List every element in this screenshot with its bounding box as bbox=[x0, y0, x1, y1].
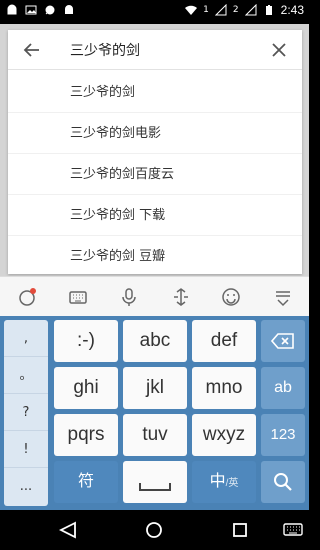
keyboard-switch-icon[interactable] bbox=[283, 520, 303, 540]
microphone-icon[interactable] bbox=[119, 287, 139, 307]
key-lang-switch[interactable]: 中/英 bbox=[192, 461, 256, 503]
lang-sub-label: /英 bbox=[225, 478, 239, 489]
search-icon bbox=[274, 473, 292, 491]
backspace-icon bbox=[270, 333, 294, 349]
space-icon bbox=[139, 483, 171, 491]
key-symbols[interactable]: 符 bbox=[54, 461, 118, 503]
keyboard: , 。 ? ! ... :-) abc def ghi jkl mno ab p… bbox=[0, 316, 309, 510]
android-icon bbox=[65, 5, 73, 14]
sim1-indicator: 1 bbox=[203, 5, 209, 15]
key-ab[interactable]: ab bbox=[261, 367, 305, 409]
key-jkl[interactable]: jkl bbox=[123, 367, 187, 409]
backspace-button[interactable] bbox=[261, 320, 305, 362]
key-def[interactable]: def bbox=[192, 320, 256, 362]
punct-key[interactable]: ? bbox=[4, 394, 48, 431]
close-icon[interactable] bbox=[270, 41, 288, 59]
suggestion-item[interactable]: 三少爷的剑 bbox=[8, 72, 302, 113]
signal-icon bbox=[244, 4, 257, 16]
signal-icon bbox=[214, 4, 227, 16]
key-tuv[interactable]: tuv bbox=[123, 414, 187, 456]
android-icon bbox=[7, 4, 17, 15]
search-input[interactable]: 三少爷的剑 bbox=[70, 40, 140, 60]
collapse-keyboard-icon[interactable] bbox=[273, 287, 293, 307]
key-emoticon[interactable]: :-) bbox=[54, 320, 118, 362]
ime-logo-icon[interactable] bbox=[17, 287, 37, 307]
keyboard-toolbar bbox=[0, 276, 309, 316]
key-abc[interactable]: abc bbox=[123, 320, 187, 362]
lang-label: 中 bbox=[209, 473, 226, 490]
cursor-move-icon[interactable] bbox=[171, 287, 191, 307]
back-icon[interactable] bbox=[58, 520, 78, 540]
recents-icon[interactable] bbox=[230, 520, 250, 540]
key-ghi[interactable]: ghi bbox=[54, 367, 118, 409]
wifi-icon bbox=[185, 5, 198, 15]
key-wxyz[interactable]: wxyz bbox=[192, 414, 256, 456]
punct-key[interactable]: ! bbox=[4, 431, 48, 468]
space-bar[interactable] bbox=[123, 461, 187, 503]
back-arrow-icon[interactable] bbox=[22, 40, 42, 60]
search-panel: 三少爷的剑 三少爷的剑 三少爷的剑电影 三少爷的剑百度云 三少爷的剑 下载 三少… bbox=[8, 30, 302, 274]
home-icon[interactable] bbox=[144, 520, 164, 540]
status-bar: 1 2 2:43 bbox=[0, 0, 309, 24]
punct-key[interactable]: ... bbox=[4, 468, 48, 505]
search-bar: 三少爷的剑 bbox=[8, 30, 302, 70]
punct-key[interactable]: , bbox=[4, 320, 48, 357]
key-pqrs[interactable]: pqrs bbox=[54, 414, 118, 456]
suggestion-item[interactable]: 三少爷的剑 下载 bbox=[8, 195, 302, 236]
battery-icon bbox=[265, 5, 272, 15]
navigation-bar bbox=[0, 510, 309, 550]
suggestion-item[interactable]: 三少爷的剑百度云 bbox=[8, 154, 302, 195]
sim2-indicator: 2 bbox=[232, 5, 239, 15]
search-button[interactable] bbox=[261, 461, 305, 503]
keyboard-icon[interactable] bbox=[68, 287, 88, 307]
app-background: 三少爷的剑 三少爷的剑 三少爷的剑电影 三少爷的剑百度云 三少爷的剑 下载 三少… bbox=[0, 24, 309, 315]
suggestion-item[interactable]: 三少爷的剑 豆瓣 bbox=[8, 236, 302, 277]
key-mno[interactable]: mno bbox=[192, 367, 256, 409]
punct-key[interactable]: 。 bbox=[4, 357, 48, 394]
chat-icon bbox=[45, 5, 55, 15]
image-icon bbox=[25, 5, 37, 15]
clock: 2:43 bbox=[280, 3, 304, 17]
key-123[interactable]: 123 bbox=[261, 414, 305, 456]
punctuation-column: , 。 ? ! ... bbox=[4, 320, 48, 506]
suggestion-item[interactable]: 三少爷的剑电影 bbox=[8, 113, 302, 154]
emoji-icon[interactable] bbox=[221, 287, 241, 307]
